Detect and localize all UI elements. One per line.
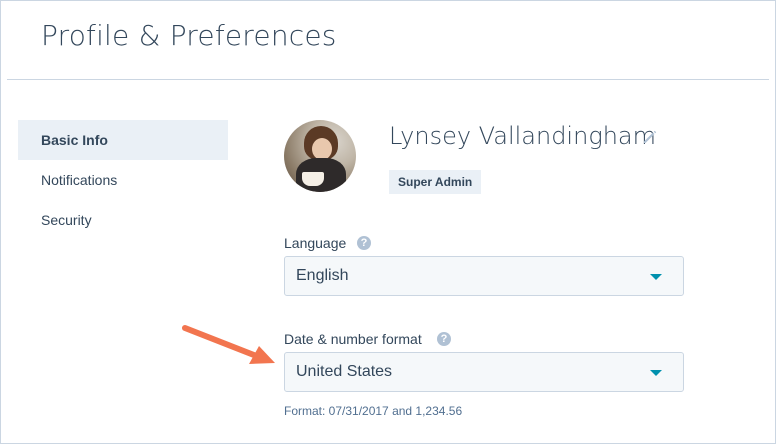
format-help-text: Format: 07/31/2017 and 1,234.56 xyxy=(284,404,463,418)
language-select[interactable]: English xyxy=(284,256,684,296)
avatar[interactable] xyxy=(284,120,356,192)
question-icon[interactable]: ? xyxy=(357,236,371,250)
date-format-select[interactable]: United States xyxy=(284,352,684,392)
language-label: Language xyxy=(284,235,347,251)
pencil-icon[interactable] xyxy=(641,128,659,146)
settings-window: Profile & Preferences Basic Info Notific… xyxy=(0,0,776,444)
sidebar-item-notifications[interactable]: Notifications xyxy=(18,160,228,200)
sidebar-item-security[interactable]: Security xyxy=(18,200,228,240)
chevron-down-icon xyxy=(650,370,662,376)
language-value: English xyxy=(296,267,349,284)
date-format-label: Date & number format xyxy=(284,331,422,347)
date-format-value: United States xyxy=(296,363,393,380)
avatar-cup xyxy=(302,172,324,186)
sidebar-item-basic-info[interactable]: Basic Info xyxy=(18,120,228,160)
avatar-face xyxy=(312,138,332,160)
page-header: Profile & Preferences xyxy=(7,1,769,80)
annotation-arrow-icon xyxy=(182,325,275,364)
question-icon[interactable]: ? xyxy=(437,332,451,346)
user-name: Lynsey Vallandingham xyxy=(389,122,657,150)
role-badge: Super Admin xyxy=(389,170,482,194)
page-title: Profile & Preferences xyxy=(41,19,337,52)
chevron-down-icon xyxy=(650,274,662,280)
settings-sidebar: Basic Info Notifications Security xyxy=(18,120,228,240)
